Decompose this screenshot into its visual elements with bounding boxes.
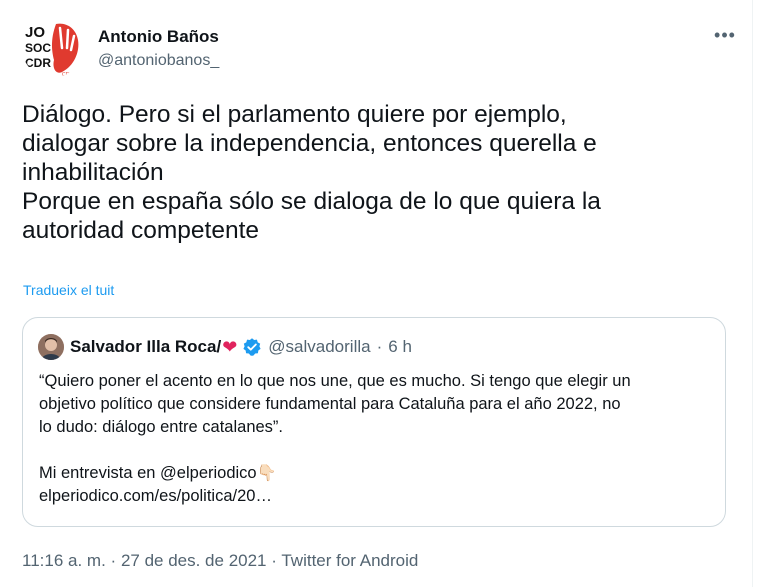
tweet-line: inhabilitación — [22, 159, 164, 186]
quoted-line: lo dudo: diálogo entre catalanes”. — [39, 418, 284, 436]
avatar-text-1: JO — [25, 24, 45, 41]
tweet-line: Diálogo. Pero si el parlamento quiere po… — [22, 101, 567, 128]
quoted-link: elperiodico.com/es/politica/20… — [39, 487, 272, 505]
tweet-line: dialogar sobre la independencia, entonce… — [22, 130, 597, 157]
quoted-separator: · — [376, 337, 383, 356]
quoted-line-mention: Mi entrevista en @elperiodico👇🏻 — [39, 462, 719, 485]
translate-link[interactable]: Tradueix el tuit — [23, 282, 114, 298]
tweet-time[interactable]: 11:16 a. m. — [22, 551, 106, 570]
tweet-text: Diálogo. Pero si el parlamento quiere po… — [22, 100, 742, 245]
quoted-tweet-header: Salvador Illa Roca/ ❤ @salvadorilla · 6 … — [38, 334, 412, 360]
avatar-text-2: SOC — [25, 41, 51, 55]
avatar-text-4: CDR — [62, 72, 73, 78]
avatar-text-3: CDR — [25, 56, 51, 70]
quoted-author-name[interactable]: Salvador Illa Roca/ — [70, 337, 221, 357]
tweet-line: autoridad competente — [22, 217, 259, 244]
heart-icon: ❤ — [222, 336, 238, 357]
footer-separator: · — [271, 551, 277, 570]
verified-badge-icon — [243, 338, 261, 356]
quoted-tweet[interactable]: Salvador Illa Roca/ ❤ @salvadorilla · 6 … — [22, 317, 726, 527]
author-avatar[interactable]: JO SOC CDR CDR — [22, 18, 82, 78]
author-handle[interactable]: @antoniobanos_ — [98, 50, 219, 72]
quoted-author-avatar[interactable] — [38, 334, 64, 360]
tweet-footer: 11:16 a. m. · 27 de des. de 2021 · Twitt… — [22, 551, 418, 571]
tweet-date[interactable]: 27 de des. de 2021 — [121, 551, 267, 570]
tweet-header: JO SOC CDR CDR Antonio Baños @antonioban… — [22, 18, 742, 82]
more-icon[interactable]: ••• — [710, 26, 740, 50]
tweet-line: Porque en españa sólo se dialoga de lo q… — [22, 188, 601, 215]
quoted-line: objetivo político que considere fundamen… — [39, 395, 621, 413]
quoted-avatar-image — [38, 334, 64, 360]
quoted-line — [39, 439, 719, 462]
tweet-source: Twitter for Android — [281, 551, 419, 570]
quoted-tweet-text: “Quiero poner el acento en lo que nos un… — [39, 370, 719, 508]
author-names: Antonio Baños @antoniobanos_ — [98, 26, 219, 72]
avatar-logo: JO SOC CDR CDR — [22, 18, 82, 78]
quoted-time-ago[interactable]: 6 h — [388, 337, 412, 357]
quoted-line-text: Mi entrevista en @elperiodico — [39, 464, 257, 482]
quoted-author-handle[interactable]: @salvadorilla — [268, 337, 370, 357]
footer-separator: · — [110, 551, 117, 570]
quoted-line: “Quiero poner el acento en lo que nos un… — [39, 372, 631, 390]
author-display-name[interactable]: Antonio Baños — [98, 26, 219, 48]
pointing-down-icon: 👇🏻 — [256, 465, 277, 482]
tweet-card: JO SOC CDR CDR Antonio Baños @antonioban… — [0, 0, 753, 587]
